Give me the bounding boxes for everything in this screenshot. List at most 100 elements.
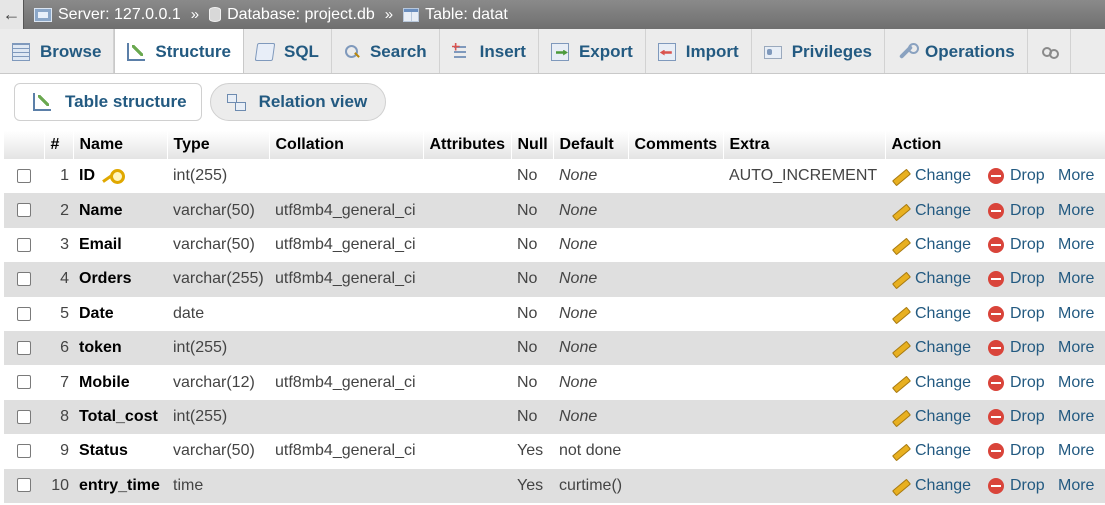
drop-button[interactable]: Drop xyxy=(988,374,1058,392)
drop-label: Drop xyxy=(1010,167,1045,185)
row-checkbox[interactable] xyxy=(17,272,31,287)
more-button[interactable]: More xyxy=(1058,236,1094,254)
insert-icon xyxy=(452,43,470,61)
more-button[interactable]: More xyxy=(1058,167,1094,185)
header-name[interactable]: Name xyxy=(73,131,168,159)
row-action-cell: Change Drop More xyxy=(885,434,1105,469)
drop-button[interactable]: Drop xyxy=(988,305,1058,323)
row-type: varchar(50) xyxy=(167,193,269,228)
change-button[interactable]: Change xyxy=(891,270,988,288)
pencil-icon xyxy=(891,479,909,493)
row-collation xyxy=(269,468,423,503)
change-button[interactable]: Change xyxy=(891,167,988,185)
drop-label: Drop xyxy=(1010,407,1045,425)
row-checkbox[interactable] xyxy=(17,375,31,390)
change-button[interactable]: Change xyxy=(891,305,988,323)
row-num: 10 xyxy=(44,468,73,503)
search-icon xyxy=(344,44,360,60)
row-num: 2 xyxy=(44,193,73,228)
row-action-cell: Change Drop More xyxy=(885,296,1105,331)
row-comments xyxy=(628,434,723,469)
tab-more[interactable] xyxy=(1028,29,1071,73)
subtab-table-structure[interactable]: Table structure xyxy=(14,83,202,121)
drop-button[interactable]: Drop xyxy=(988,236,1058,254)
subtab-table-structure-label: Table structure xyxy=(65,92,187,111)
drop-button[interactable]: Drop xyxy=(988,339,1058,357)
row-action-cell: Change Drop More xyxy=(885,159,1105,194)
pencil-icon xyxy=(891,204,909,218)
row-action-cell: Change Drop More xyxy=(885,227,1105,263)
row-num: 9 xyxy=(44,434,73,469)
row-checkbox[interactable] xyxy=(17,409,31,424)
row-checkbox[interactable] xyxy=(17,444,31,459)
tab-privileges[interactable]: Privileges xyxy=(752,29,886,73)
more-button[interactable]: More xyxy=(1058,339,1094,357)
tab-export-label: Export xyxy=(578,41,633,61)
row-extra: AUTO_INCREMENT xyxy=(723,159,885,194)
breadcrumb-table[interactable]: Table: datat xyxy=(399,6,512,24)
back-arrow-icon[interactable]: ← xyxy=(0,0,24,29)
tab-privileges-label: Privileges xyxy=(791,41,873,61)
tab-sql[interactable]: SQL xyxy=(244,29,332,73)
row-default: None xyxy=(553,262,628,297)
tab-structure[interactable]: Structure xyxy=(114,29,244,73)
tab-import[interactable]: Import xyxy=(646,29,752,73)
more-button[interactable]: More xyxy=(1058,442,1094,460)
row-checkbox[interactable] xyxy=(17,478,31,493)
tab-browse[interactable]: Browse xyxy=(0,29,115,73)
row-name-cell: entry_time xyxy=(73,468,167,503)
tab-export[interactable]: Export xyxy=(539,29,646,73)
header-action: Action xyxy=(885,131,1105,159)
drop-button[interactable]: Drop xyxy=(988,442,1058,460)
row-null: No xyxy=(511,399,553,435)
more-label: More xyxy=(1058,373,1095,391)
more-button[interactable]: More xyxy=(1058,305,1094,323)
drop-button[interactable]: Drop xyxy=(988,167,1058,185)
change-button[interactable]: Change xyxy=(891,339,988,357)
row-name: Mobile xyxy=(79,373,130,391)
subtab-relation-view-label: Relation view xyxy=(258,92,368,111)
header-comments: Comments xyxy=(628,131,724,159)
more-button[interactable]: More xyxy=(1058,202,1094,220)
drop-button[interactable]: Drop xyxy=(988,202,1058,220)
drop-label: Drop xyxy=(1010,339,1045,357)
drop-button[interactable]: Drop xyxy=(988,477,1058,495)
row-checkbox[interactable] xyxy=(17,237,31,252)
breadcrumb-table-label: Table: datat xyxy=(425,5,508,23)
row-collation xyxy=(269,330,423,366)
row-checkbox[interactable] xyxy=(17,203,31,218)
row-checkbox[interactable] xyxy=(17,340,31,355)
change-button[interactable]: Change xyxy=(891,442,988,460)
row-actions: Change Drop More xyxy=(891,408,1099,426)
more-button[interactable]: More xyxy=(1058,408,1094,426)
breadcrumb-server[interactable]: Server: 127.0.0.1 xyxy=(24,6,185,24)
row-select-cell xyxy=(4,262,44,297)
row-checkbox[interactable] xyxy=(17,168,31,183)
drop-button[interactable]: Drop xyxy=(988,270,1058,288)
tab-operations[interactable]: Operations xyxy=(885,29,1028,73)
row-null: No xyxy=(511,159,553,194)
row-actions: Change Drop More xyxy=(891,270,1099,288)
change-button[interactable]: Change xyxy=(891,236,988,254)
row-checkbox[interactable] xyxy=(17,306,31,321)
change-button[interactable]: Change xyxy=(891,477,988,495)
more-button[interactable]: More xyxy=(1058,270,1094,288)
drop-button[interactable]: Drop xyxy=(988,408,1058,426)
tab-insert[interactable]: Insert xyxy=(440,29,539,73)
change-button[interactable]: Change xyxy=(891,202,988,220)
tab-sql-label: SQL xyxy=(284,41,319,61)
row-attributes xyxy=(423,365,511,400)
more-label: More xyxy=(1058,476,1095,494)
more-button[interactable]: More xyxy=(1058,374,1094,392)
tab-browse-label: Browse xyxy=(40,41,102,61)
breadcrumb-database[interactable]: Database: project.db xyxy=(205,6,379,24)
row-null: No xyxy=(511,262,553,297)
row-name-cell: ID xyxy=(73,159,167,194)
subtab-relation-view[interactable]: Relation view xyxy=(209,83,387,121)
more-button[interactable]: More xyxy=(1058,477,1094,495)
row-comments xyxy=(628,193,723,228)
row-null: No xyxy=(511,193,553,228)
change-button[interactable]: Change xyxy=(891,408,988,426)
tab-search[interactable]: Search xyxy=(332,29,440,73)
change-button[interactable]: Change xyxy=(891,374,988,392)
